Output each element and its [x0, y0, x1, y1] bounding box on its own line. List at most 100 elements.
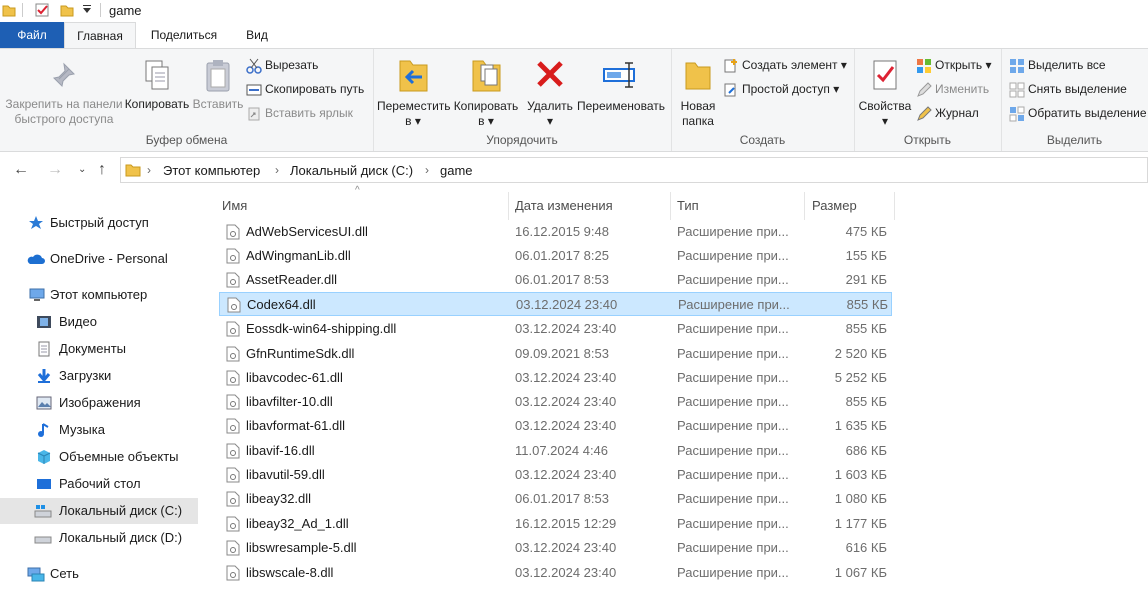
- table-row[interactable]: libswscale-8.dll 03.12.2024 23:40 Расшир…: [219, 561, 892, 585]
- file-size: 291 КБ: [845, 272, 887, 287]
- sidebar-item-this-pc[interactable]: Этот компьютер: [0, 282, 198, 308]
- history-button[interactable]: Журнал: [916, 103, 979, 123]
- new-folder-button[interactable]: Новая папка: [675, 55, 721, 129]
- navigation-pane: Быстрый доступ OneDrive - Personal Этот …: [0, 188, 200, 589]
- new-folder-icon[interactable]: [60, 2, 74, 18]
- address-bar[interactable]: › Этот компьютер › Локальный диск (C:) ›…: [120, 157, 1148, 183]
- properties-button[interactable]: Свойства ▾: [856, 55, 914, 129]
- dll-file-icon: [226, 491, 240, 507]
- copy-path-button[interactable]: Скопировать путь: [246, 79, 364, 99]
- sidebar-item-label: Сеть: [50, 566, 79, 581]
- up-arrow-icon[interactable]: ↑: [98, 161, 106, 179]
- breadcrumb-game[interactable]: game: [440, 163, 473, 178]
- organize-group-label: Упорядочить: [486, 133, 558, 147]
- table-row[interactable]: libeay32.dll 06.01.2017 8:53 Расширение …: [219, 487, 892, 511]
- forward-arrow-icon[interactable]: →: [47, 161, 63, 179]
- sidebar-item-quick-access[interactable]: Быстрый доступ: [0, 210, 198, 236]
- column-divider[interactable]: [508, 192, 509, 220]
- paste-shortcut-button[interactable]: Вставить ярлык: [246, 103, 353, 123]
- computer-icon: [29, 288, 45, 301]
- invert-selection-label: Обратить выделение: [1028, 106, 1147, 120]
- recent-locations-chevron-icon[interactable]: ⌄: [78, 164, 86, 175]
- new-item-button[interactable]: Создать элемент ▾: [723, 55, 847, 75]
- table-row[interactable]: libavcodec-61.dll 03.12.2024 23:40 Расши…: [219, 366, 892, 390]
- tab-share[interactable]: Поделиться: [140, 22, 228, 48]
- sidebar-item-videos[interactable]: Видео: [0, 309, 198, 335]
- file-name: libavformat-61.dll: [246, 418, 345, 433]
- properties-icon[interactable]: [34, 2, 50, 18]
- move-to-button[interactable]: Переместить в ▾: [377, 55, 451, 129]
- sidebar-item-local-disk-d[interactable]: Локальный диск (D:): [0, 525, 198, 551]
- edit-button[interactable]: Изменить: [916, 79, 989, 99]
- select-all-button[interactable]: Выделить все: [1009, 55, 1106, 75]
- table-row[interactable]: libavformat-61.dll 03.12.2024 23:40 Расш…: [219, 414, 892, 438]
- create-group-label: Создать: [739, 133, 786, 147]
- paste-button[interactable]: Вставить: [190, 59, 246, 112]
- column-header-name[interactable]: Имя: [222, 192, 247, 220]
- column-divider[interactable]: [670, 192, 671, 220]
- new-folder-label-2: папка: [682, 114, 714, 128]
- invert-selection-button[interactable]: Обратить выделение: [1009, 103, 1147, 123]
- tab-view[interactable]: Вид: [232, 22, 282, 48]
- open-icon: [917, 58, 931, 73]
- folder-icon: [2, 5, 16, 17]
- sidebar-item-local-disk-c[interactable]: Локальный диск (C:): [0, 498, 198, 524]
- file-size: 1 177 КБ: [834, 516, 887, 531]
- table-row[interactable]: GfnRuntimeSdk.dll 09.09.2021 8:53 Расшир…: [219, 342, 892, 366]
- windows-drive-icon: [34, 505, 52, 518]
- table-row-selected[interactable]: Codex64.dll 03.12.2024 23:40 Расширение …: [219, 292, 892, 316]
- sidebar-item-documents[interactable]: Документы: [0, 336, 198, 362]
- tab-file[interactable]: Файл: [0, 22, 64, 48]
- open-button[interactable]: Открыть ▾: [916, 55, 992, 75]
- table-row[interactable]: AssetReader.dll 06.01.2017 8:53 Расширен…: [219, 268, 892, 292]
- table-row[interactable]: AdWingmanLib.dll 06.01.2017 8:25 Расшире…: [219, 244, 892, 268]
- breadcrumb-local-disk-c[interactable]: Локальный диск (C:): [290, 163, 413, 178]
- pin-icon: [52, 62, 76, 88]
- pin-quick-access-button[interactable]: Закрепить на панели быстрого доступа: [4, 59, 124, 127]
- copy-to-button[interactable]: Копировать в ▾: [451, 55, 521, 129]
- sidebar-item-network[interactable]: Сеть: [0, 561, 198, 587]
- column-header-type[interactable]: Тип: [677, 192, 699, 220]
- column-divider[interactable]: [804, 192, 805, 220]
- tab-home[interactable]: Главная: [64, 22, 136, 48]
- chevron-down-icon[interactable]: [82, 2, 92, 18]
- table-row[interactable]: AdWebServicesUI.dll 16.12.2015 9:48 Расш…: [219, 220, 892, 244]
- column-divider[interactable]: [894, 192, 895, 220]
- table-row[interactable]: libavutil-59.dll 03.12.2024 23:40 Расшир…: [219, 463, 892, 487]
- sidebar-item-3d-objects[interactable]: Объемные объекты: [0, 444, 198, 470]
- table-row[interactable]: libeay32_Ad_1.dll 16.12.2015 12:29 Расши…: [219, 512, 892, 536]
- table-row[interactable]: libswresample-5.dll 03.12.2024 23:40 Рас…: [219, 536, 892, 560]
- file-date: 03.12.2024 23:40: [515, 418, 617, 433]
- select-none-icon: [1009, 82, 1025, 98]
- rename-button[interactable]: Переименовать: [575, 55, 667, 114]
- delete-button[interactable]: Удалить ▾: [523, 55, 577, 129]
- copy-button[interactable]: Копировать: [124, 59, 190, 112]
- star-icon: [29, 216, 43, 229]
- delete-label: Удалить: [527, 99, 573, 113]
- paste-shortcut-icon: [248, 107, 260, 121]
- sidebar-item-onedrive[interactable]: OneDrive - Personal: [0, 246, 198, 272]
- cut-button[interactable]: Вырезать: [246, 55, 318, 75]
- picture-icon: [36, 396, 52, 410]
- back-arrow-icon[interactable]: ←: [13, 161, 29, 179]
- file-size: 475 КБ: [845, 224, 887, 239]
- sidebar-item-music[interactable]: Музыка: [0, 417, 198, 443]
- sidebar-item-desktop[interactable]: Рабочий стол: [0, 471, 198, 497]
- dll-file-icon: [226, 346, 240, 362]
- table-row[interactable]: libavif-16.dll 11.07.2024 4:46 Расширени…: [219, 439, 892, 463]
- table-row[interactable]: libavfilter-10.dll 03.12.2024 23:40 Расш…: [219, 390, 892, 414]
- sidebar-item-label: Этот компьютер: [50, 287, 148, 302]
- sidebar-item-pictures[interactable]: Изображения: [0, 390, 198, 416]
- file-size: 1 067 КБ: [834, 565, 887, 580]
- dll-file-icon: [226, 321, 240, 337]
- sidebar-item-downloads[interactable]: Загрузки: [0, 363, 198, 389]
- easy-access-icon: [724, 83, 736, 97]
- breadcrumb-this-pc[interactable]: Этот компьютер: [163, 163, 260, 178]
- dll-file-icon: [226, 418, 240, 434]
- column-header-date[interactable]: Дата изменения: [515, 192, 613, 220]
- column-header-size[interactable]: Размер: [812, 192, 857, 220]
- select-none-button[interactable]: Снять выделение: [1009, 79, 1127, 99]
- table-row[interactable]: Eossdk-win64-shipping.dll 03.12.2024 23:…: [219, 317, 892, 341]
- easy-access-button[interactable]: Простой доступ ▾: [723, 79, 839, 99]
- delete-x-icon: [537, 61, 563, 87]
